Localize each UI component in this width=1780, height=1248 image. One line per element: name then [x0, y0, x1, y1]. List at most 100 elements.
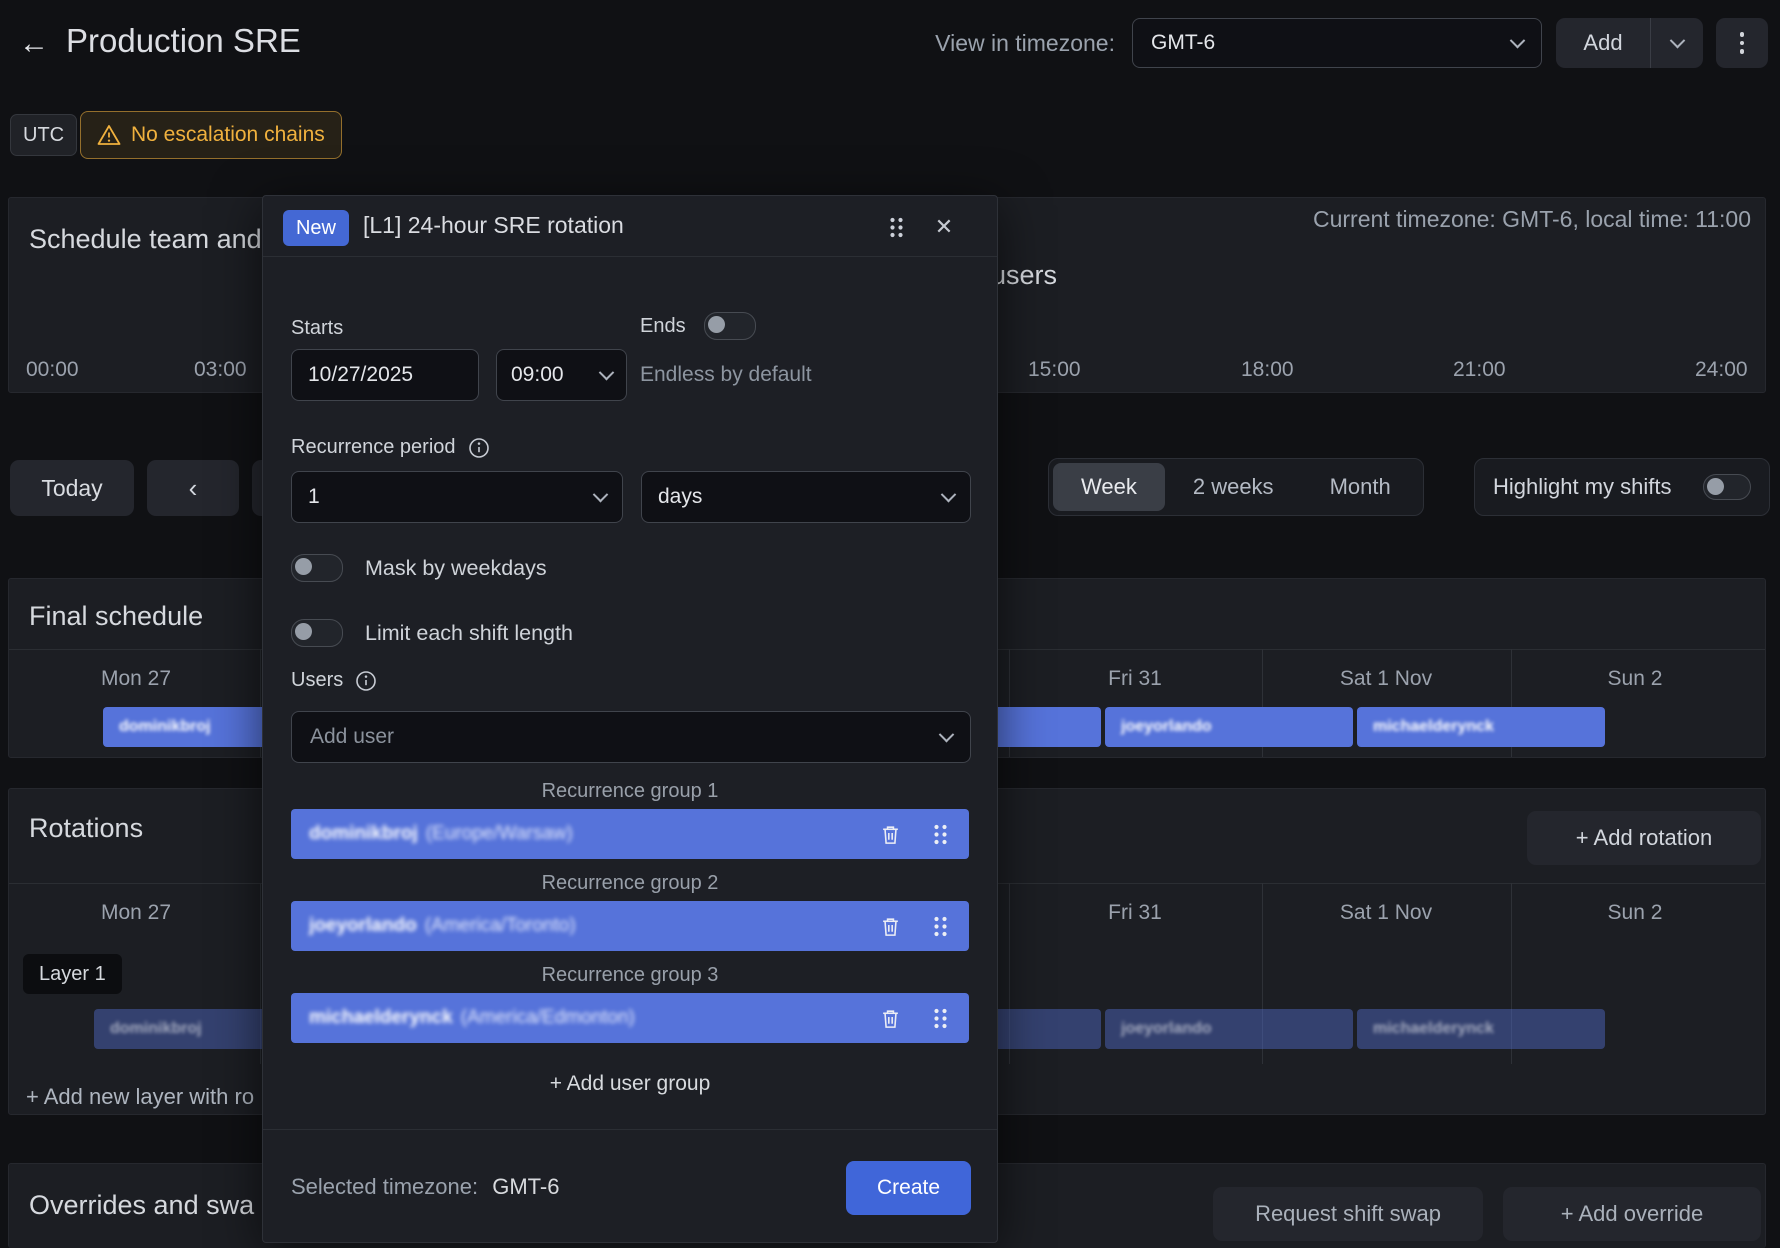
chevron-down-icon	[939, 726, 955, 742]
shift-bar-michaelderynck[interactable]: michaelderynck	[1357, 707, 1605, 747]
utc-badge: UTC	[10, 114, 77, 156]
add-rotation-button[interactable]: + Add rotation	[1527, 811, 1761, 865]
recurrence-label-row: Recurrence period	[291, 436, 969, 459]
drag-handle-icon[interactable]	[929, 1005, 951, 1031]
trash-icon[interactable]	[875, 911, 905, 941]
day-header-sat-1-nov: Sat 1 Nov	[1286, 901, 1486, 925]
add-override-button[interactable]: + Add override	[1503, 1187, 1761, 1241]
add-user-select[interactable]: Add user	[291, 711, 971, 763]
info-icon[interactable]	[355, 670, 377, 692]
recurrence-value-select[interactable]: 1	[291, 471, 623, 523]
trash-icon[interactable]	[875, 819, 905, 849]
modal-header: New [L1] 24-hour SRE rotation ✕	[263, 196, 997, 257]
timezone-select[interactable]: GMT-6	[1132, 18, 1542, 68]
chevron-down-icon	[593, 486, 609, 502]
limit-shift-length-label: Limit each shift length	[365, 621, 573, 646]
chevron-down-icon	[1510, 32, 1526, 48]
request-shift-swap-button[interactable]: Request shift swap	[1213, 1187, 1483, 1241]
drag-handle-icon[interactable]	[883, 214, 909, 240]
highlight-my-shifts-control: Highlight my shifts	[1474, 458, 1770, 516]
recurrence-group-2-label: Recurrence group 2	[291, 872, 969, 895]
shift-bar-label: michaelderynck	[1373, 1020, 1494, 1038]
tab-week[interactable]: Week	[1053, 463, 1165, 511]
selected-timezone-value: GMT-6	[492, 1174, 559, 1199]
add-button[interactable]: Add	[1556, 18, 1650, 68]
user-group-bar-joeyorlando[interactable]: joeyorlando (America/Toronto)	[291, 901, 969, 951]
modal-title: [L1] 24-hour SRE rotation	[363, 212, 624, 239]
kebab-menu-button[interactable]	[1716, 18, 1768, 68]
divider	[263, 1129, 997, 1130]
user-group-name: michaelderynck	[309, 1007, 453, 1029]
user-group-bar-dominikbroj[interactable]: dominikbroj (Europe/Warsaw)	[291, 809, 969, 859]
time-tick-1500: 15:00	[1028, 358, 1081, 382]
time-tick-0000: 00:00	[26, 358, 79, 382]
shift-bar-label: michaelderynck	[1373, 718, 1494, 736]
trash-icon[interactable]	[875, 1003, 905, 1033]
drag-handle-icon[interactable]	[929, 821, 951, 847]
warning-badge-label: No escalation chains	[131, 123, 325, 147]
recurrence-group-3-label: Recurrence group 3	[291, 964, 969, 987]
users-label: Users	[291, 669, 343, 692]
tab-month[interactable]: Month	[1302, 463, 1419, 511]
time-tick-1800: 18:00	[1241, 358, 1294, 382]
ends-label: Ends	[640, 315, 686, 338]
recurrence-group-1-label: Recurrence group 1	[291, 780, 969, 803]
start-time-value: 09:00	[511, 363, 564, 387]
back-icon[interactable]: ←	[14, 24, 54, 64]
recurrence-period-label: Recurrence period	[291, 436, 456, 459]
user-group-timezone: (America/Edmonton)	[461, 1007, 635, 1029]
user-group-name: dominikbroj	[309, 823, 418, 845]
shift-bar-joeyorlando-dim[interactable]: joeyorlando	[1105, 1009, 1353, 1049]
ends-toggle[interactable]	[704, 312, 756, 340]
mask-by-weekdays-toggle[interactable]	[291, 554, 343, 582]
highlight-my-shifts-toggle[interactable]	[1703, 474, 1751, 500]
view-range-segmented-control: Week 2 weeks Month	[1048, 458, 1424, 516]
day-header-sun-2: Sun 2	[1535, 667, 1735, 691]
add-user-placeholder: Add user	[310, 725, 394, 749]
shift-bar-label: joeyorlando	[1121, 1020, 1212, 1038]
timezone-select-value: GMT-6	[1151, 31, 1215, 55]
day-header-mon-27: Mon 27	[71, 901, 201, 925]
tab-2-weeks[interactable]: 2 weeks	[1165, 463, 1302, 511]
today-button[interactable]: Today	[10, 460, 134, 516]
drag-handle-icon[interactable]	[929, 913, 951, 939]
final-schedule-title: Final schedule	[29, 601, 203, 632]
day-header-sat-1-nov: Sat 1 Nov	[1286, 667, 1486, 691]
info-icon[interactable]	[468, 437, 490, 459]
rotation-modal: New [L1] 24-hour SRE rotation ✕ Starts E…	[262, 195, 998, 1243]
start-time-select[interactable]: 09:00	[496, 349, 627, 401]
add-new-layer-link[interactable]: + Add new layer with ro	[26, 1084, 254, 1110]
start-date-value: 10/27/2025	[308, 363, 413, 387]
overview-heading-left: Schedule team and	[29, 224, 262, 255]
start-date-input[interactable]: 10/27/2025	[291, 349, 479, 401]
add-user-group-link[interactable]: + Add user group	[291, 1072, 969, 1096]
recurrence-unit-select[interactable]: days	[641, 471, 971, 523]
limit-shift-length-toggle[interactable]	[291, 619, 343, 647]
shift-bar-joeyorlando[interactable]: joeyorlando	[1105, 707, 1353, 747]
chevron-down-icon	[1669, 32, 1685, 48]
day-header-mon-27: Mon 27	[71, 667, 201, 691]
mask-by-weekdays-row: Mask by weekdays	[291, 554, 969, 582]
page-title: Production SRE	[66, 22, 301, 60]
mask-by-weekdays-label: Mask by weekdays	[365, 556, 547, 581]
highlight-my-shifts-label: Highlight my shifts	[1493, 474, 1672, 500]
prev-button[interactable]: ‹	[147, 460, 239, 516]
chevron-left-icon: ‹	[189, 473, 198, 504]
shift-bar-michaelderynck-dim[interactable]: michaelderynck	[1357, 1009, 1605, 1049]
add-dropdown-button[interactable]	[1651, 18, 1703, 68]
close-icon[interactable]: ✕	[929, 212, 959, 242]
page-header: ← Production SRE View in timezone: GMT-6…	[0, 0, 1780, 95]
user-group-bar-michaelderynck[interactable]: michaelderynck (America/Edmonton)	[291, 993, 969, 1043]
shift-bar-label: joeyorlando	[1121, 718, 1212, 736]
users-label-row: Users	[291, 669, 969, 692]
chevron-down-icon	[941, 486, 957, 502]
create-button[interactable]: Create	[846, 1161, 971, 1215]
no-escalation-chains-badge[interactable]: No escalation chains	[80, 111, 342, 159]
day-header-fri-31: Fri 31	[1035, 667, 1235, 691]
selected-timezone-label: Selected timezone:	[291, 1174, 478, 1199]
time-tick-0300: 03:00	[194, 358, 247, 382]
shift-bar-label: dominikbroj	[119, 718, 211, 736]
timezone-view-label: View in timezone:	[905, 30, 1115, 57]
overrides-title: Overrides and swa	[29, 1190, 254, 1221]
time-tick-2100: 21:00	[1453, 358, 1506, 382]
